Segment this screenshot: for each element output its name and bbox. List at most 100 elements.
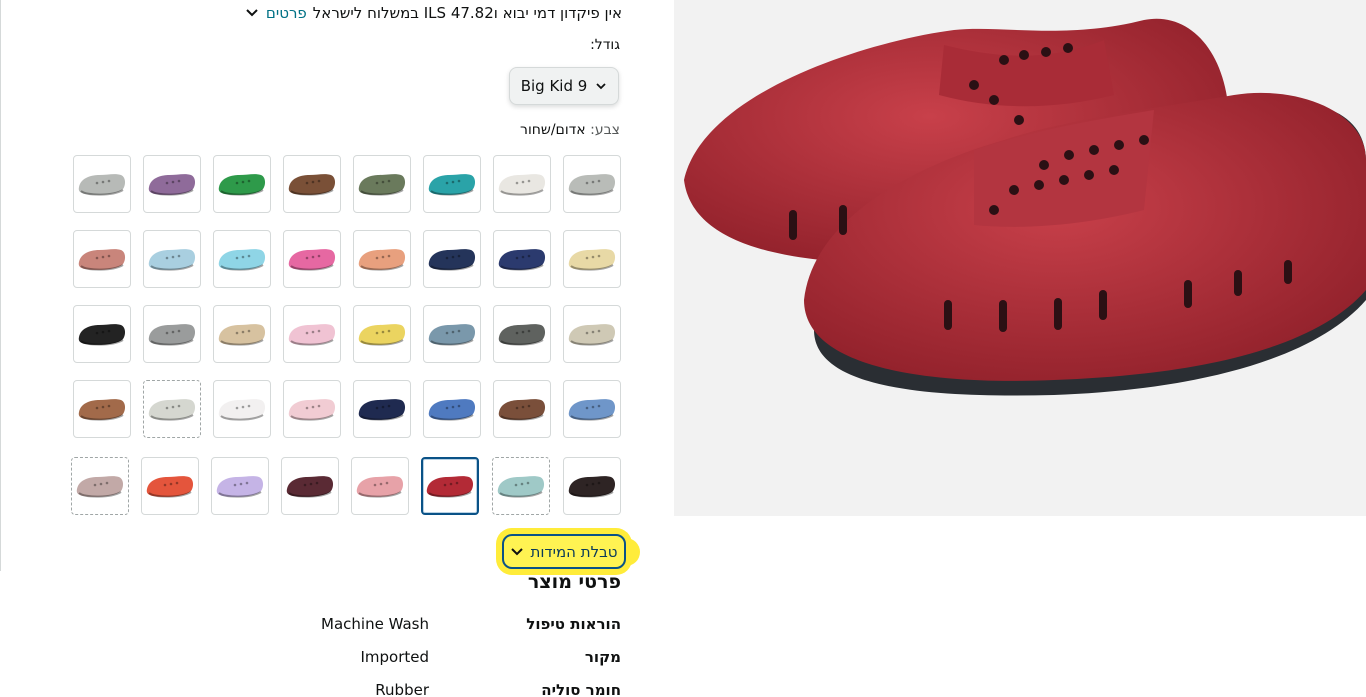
color-swatch[interactable] [563,305,621,363]
shoe-thumbnail-icon [286,476,334,498]
color-swatch[interactable] [493,155,551,213]
shoe-thumbnail-icon [148,249,196,271]
size-chart-label: טבלת המידות [530,542,618,561]
spec-key: מקור [584,648,621,666]
shoe-thumbnail-icon [568,324,616,346]
shoe-thumbnail-icon [498,324,546,346]
shoe-thumbnail-icon [288,174,336,196]
color-swatch[interactable] [141,457,199,515]
shoe-thumbnail-icon [426,476,474,498]
spec-row: חומר סוליה Rubber [301,681,621,697]
column-divider [0,0,1,571]
color-swatch[interactable] [353,380,411,438]
color-swatch[interactable] [493,305,551,363]
color-swatch[interactable] [351,457,409,515]
spec-value: Imported [360,648,429,666]
color-swatch[interactable] [143,380,201,438]
color-swatch[interactable] [421,457,479,515]
shoe-thumbnail-icon [218,399,266,421]
shoe-thumbnail-icon [78,324,126,346]
color-swatch[interactable] [73,155,131,213]
chevron-down-icon [511,547,524,555]
spec-row: מקור Imported [301,648,621,672]
color-swatch[interactable] [283,230,341,288]
shoe-thumbnail-icon [498,174,546,196]
shoe-thumbnail-icon [498,399,546,421]
color-swatch[interactable] [563,380,621,438]
shoe-thumbnail-icon [288,399,336,421]
shoe-thumbnail-icon [568,476,616,498]
color-swatch[interactable] [71,457,129,515]
color-label-key: צבע: [590,122,620,138]
shoe-thumbnail-icon [148,174,196,196]
red-loafers-image [674,0,1366,516]
size-label: גודל: [590,37,620,53]
color-swatch[interactable] [423,155,481,213]
shoe-thumbnail-icon [218,249,266,271]
shoe-thumbnail-icon [288,324,336,346]
shoe-thumbnail-icon [358,399,406,421]
color-swatch[interactable] [493,380,551,438]
color-swatch[interactable] [353,305,411,363]
shoe-thumbnail-icon [428,249,476,271]
color-swatch[interactable] [143,155,201,213]
shoe-thumbnail-icon [78,174,126,196]
color-swatch[interactable] [423,230,481,288]
shoe-thumbnail-icon [218,324,266,346]
shoe-thumbnail-icon [428,399,476,421]
color-swatch[interactable] [73,380,131,438]
shoe-thumbnail-icon [428,174,476,196]
color-swatch[interactable] [143,230,201,288]
spec-key: חומר סוליה [541,681,621,697]
spec-row: הוראות טיפול Machine Wash [301,615,621,639]
color-swatch[interactable] [73,230,131,288]
color-swatch[interactable] [353,230,411,288]
shoe-thumbnail-icon [78,399,126,421]
shipping-info: אין פיקדון דמי יבוא ו‎ILS 47.82 במשלוח ל… [244,2,622,24]
shoe-thumbnail-icon [358,324,406,346]
color-swatch[interactable] [423,305,481,363]
color-swatch[interactable] [213,380,271,438]
spec-value: Rubber [375,681,429,697]
shoe-thumbnail-icon [288,249,336,271]
color-swatch[interactable] [213,230,271,288]
color-swatch[interactable] [283,305,341,363]
shoe-thumbnail-icon [148,399,196,421]
color-selected-value: אדום/שחור [520,122,586,138]
spec-key: הוראות טיפול [526,615,621,633]
shoe-thumbnail-icon [568,249,616,271]
color-swatch[interactable] [423,380,481,438]
color-swatch[interactable] [213,305,271,363]
color-swatch[interactable] [563,230,621,288]
shoe-thumbnail-icon [568,174,616,196]
shoe-thumbnail-icon [146,476,194,498]
shoe-thumbnail-icon [148,324,196,346]
shoe-thumbnail-icon [78,249,126,271]
chevron-down-icon [596,83,606,90]
product-details-title: פרטי מוצר [527,571,621,593]
color-swatch[interactable] [563,155,621,213]
color-label: צבע: אדום/שחור [520,122,620,138]
size-chart-button[interactable]: טבלת המידות [502,534,626,569]
color-swatch[interactable] [283,155,341,213]
spec-value: Machine Wash [321,615,429,633]
size-dropdown[interactable]: Big Kid 9 [509,67,619,105]
color-swatch[interactable] [283,380,341,438]
color-swatch[interactable] [213,155,271,213]
shoe-thumbnail-icon [498,249,546,271]
color-swatch[interactable] [143,305,201,363]
shoe-thumbnail-icon [428,324,476,346]
color-swatch[interactable] [281,457,339,515]
shipping-details-link[interactable]: פרטים [266,4,307,22]
shoe-thumbnail-icon [218,174,266,196]
shoe-thumbnail-icon [358,174,406,196]
chevron-down-icon[interactable] [244,5,260,21]
product-image[interactable] [674,0,1366,516]
color-swatch[interactable] [493,230,551,288]
shoe-thumbnail-icon [497,476,545,498]
color-swatch[interactable] [353,155,411,213]
color-swatch[interactable] [73,305,131,363]
color-swatch[interactable] [563,457,621,515]
color-swatch[interactable] [492,457,550,515]
color-swatch[interactable] [211,457,269,515]
